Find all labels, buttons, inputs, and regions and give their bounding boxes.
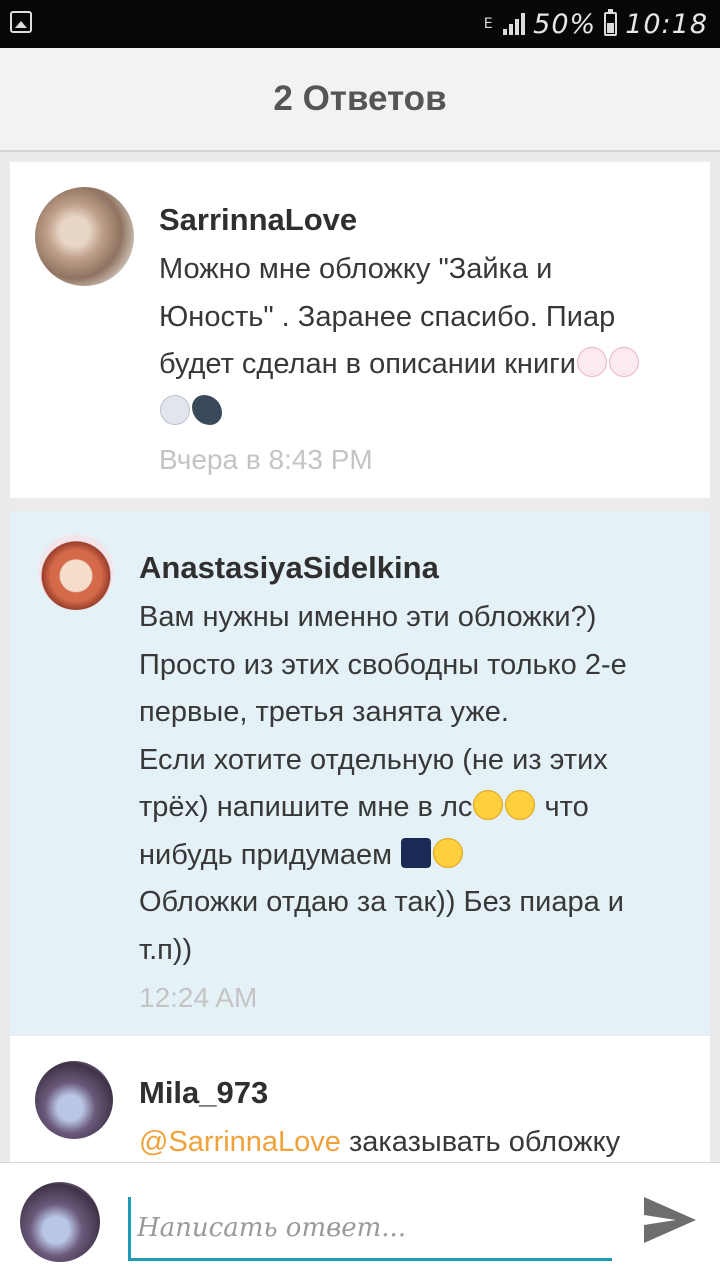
comment-line: Просто из этих свободны только 2-е [139, 648, 627, 681]
status-bar: E 50% 10:18 [0, 0, 720, 48]
comment-timestamp: Вчера в 8:43 PM [159, 444, 373, 475]
heart-eyes-cat-emoji [160, 394, 190, 425]
signal-icon [503, 13, 526, 35]
battery-percent: 50% [533, 8, 597, 40]
comment-text: Вам нужны именно эти обложки?) Просто из… [139, 594, 704, 974]
fireworks-emoji [401, 837, 432, 868]
rabbit-face-emoji [576, 347, 607, 377]
comment-content: SarrinnaLove Можно мне обложку "Зайка и … [159, 200, 704, 480]
kissing-face-emoji [505, 790, 536, 820]
comment-text: Можно мне обложку "Зайка и Юность" . Зар… [159, 246, 704, 436]
status-icons: E 50% 10:18 [481, 7, 708, 41]
gallery-icon [10, 11, 32, 33]
avatar [20, 1182, 100, 1262]
page-title: 2 Ответов [273, 79, 447, 118]
comment-item[interactable]: Mila_973 @SarrinnaLove заказывать обложк… [10, 1036, 710, 1162]
dolphin-emoji [192, 394, 222, 425]
header: 2 Ответов [0, 48, 720, 152]
comment-item[interactable]: SarrinnaLove Можно мне обложку "Зайка и … [10, 162, 710, 498]
comment-line: Можно мне обложку "Зайка и [159, 253, 553, 285]
comment-line: Вам нужны именно эти обложки?) [139, 601, 597, 633]
comment-text: @SarrinnaLove заказывать обложку [139, 1119, 704, 1162]
author-name[interactable]: SarrinnaLove [159, 200, 704, 240]
reply-input[interactable] [128, 1197, 612, 1261]
comment-line: т.п)) [139, 933, 193, 966]
comment-line: нибудь придумаем [139, 838, 393, 871]
clock: 10:18 [625, 8, 708, 40]
author-name[interactable]: AnastasiyaSidelkina [139, 548, 704, 588]
avatar[interactable] [35, 187, 134, 286]
battery-icon [604, 9, 618, 36]
comment-line: Юность" . Заранее спасибо. Пиар [159, 300, 616, 333]
send-icon [644, 1197, 696, 1243]
send-button[interactable] [640, 1190, 700, 1250]
comment-line: будет сделан в описании книги [159, 348, 576, 380]
avatar[interactable] [38, 534, 114, 610]
network-type-icon: E [483, 16, 493, 32]
rabbit-face-emoji [608, 347, 639, 377]
comment-content: AnastasiyaSidelkina Вам нужны именно эти… [139, 548, 704, 1018]
comment-line: Если хотите отдельную (не из этих [139, 743, 608, 776]
smiling-face-emoji [433, 837, 464, 868]
comment-content: Mila_973 @SarrinnaLove заказывать обложк… [139, 1073, 704, 1162]
comment-line: первые, третья занята уже. [139, 696, 509, 728]
avatar[interactable] [35, 1061, 113, 1139]
comments-list[interactable]: SarrinnaLove Можно мне обложку "Зайка и … [10, 152, 710, 1162]
comment-line: Обложки отдаю за так)) Без пиара и [139, 886, 624, 918]
comment-timestamp: 12:24 AM [139, 982, 258, 1013]
comment-item-highlighted[interactable]: AnastasiyaSidelkina Вам нужны именно эти… [10, 511, 710, 1035]
mention-link[interactable]: @SarrinnaLove [139, 1126, 341, 1158]
comment-line: что [544, 791, 589, 823]
comment-line: заказывать обложку [340, 1126, 621, 1158]
author-name[interactable]: Mila_973 [139, 1073, 704, 1113]
reply-bar [0, 1162, 720, 1280]
comment-line: трёх) напишите мне в лс [139, 791, 473, 823]
smiling-face-emoji [473, 790, 504, 820]
